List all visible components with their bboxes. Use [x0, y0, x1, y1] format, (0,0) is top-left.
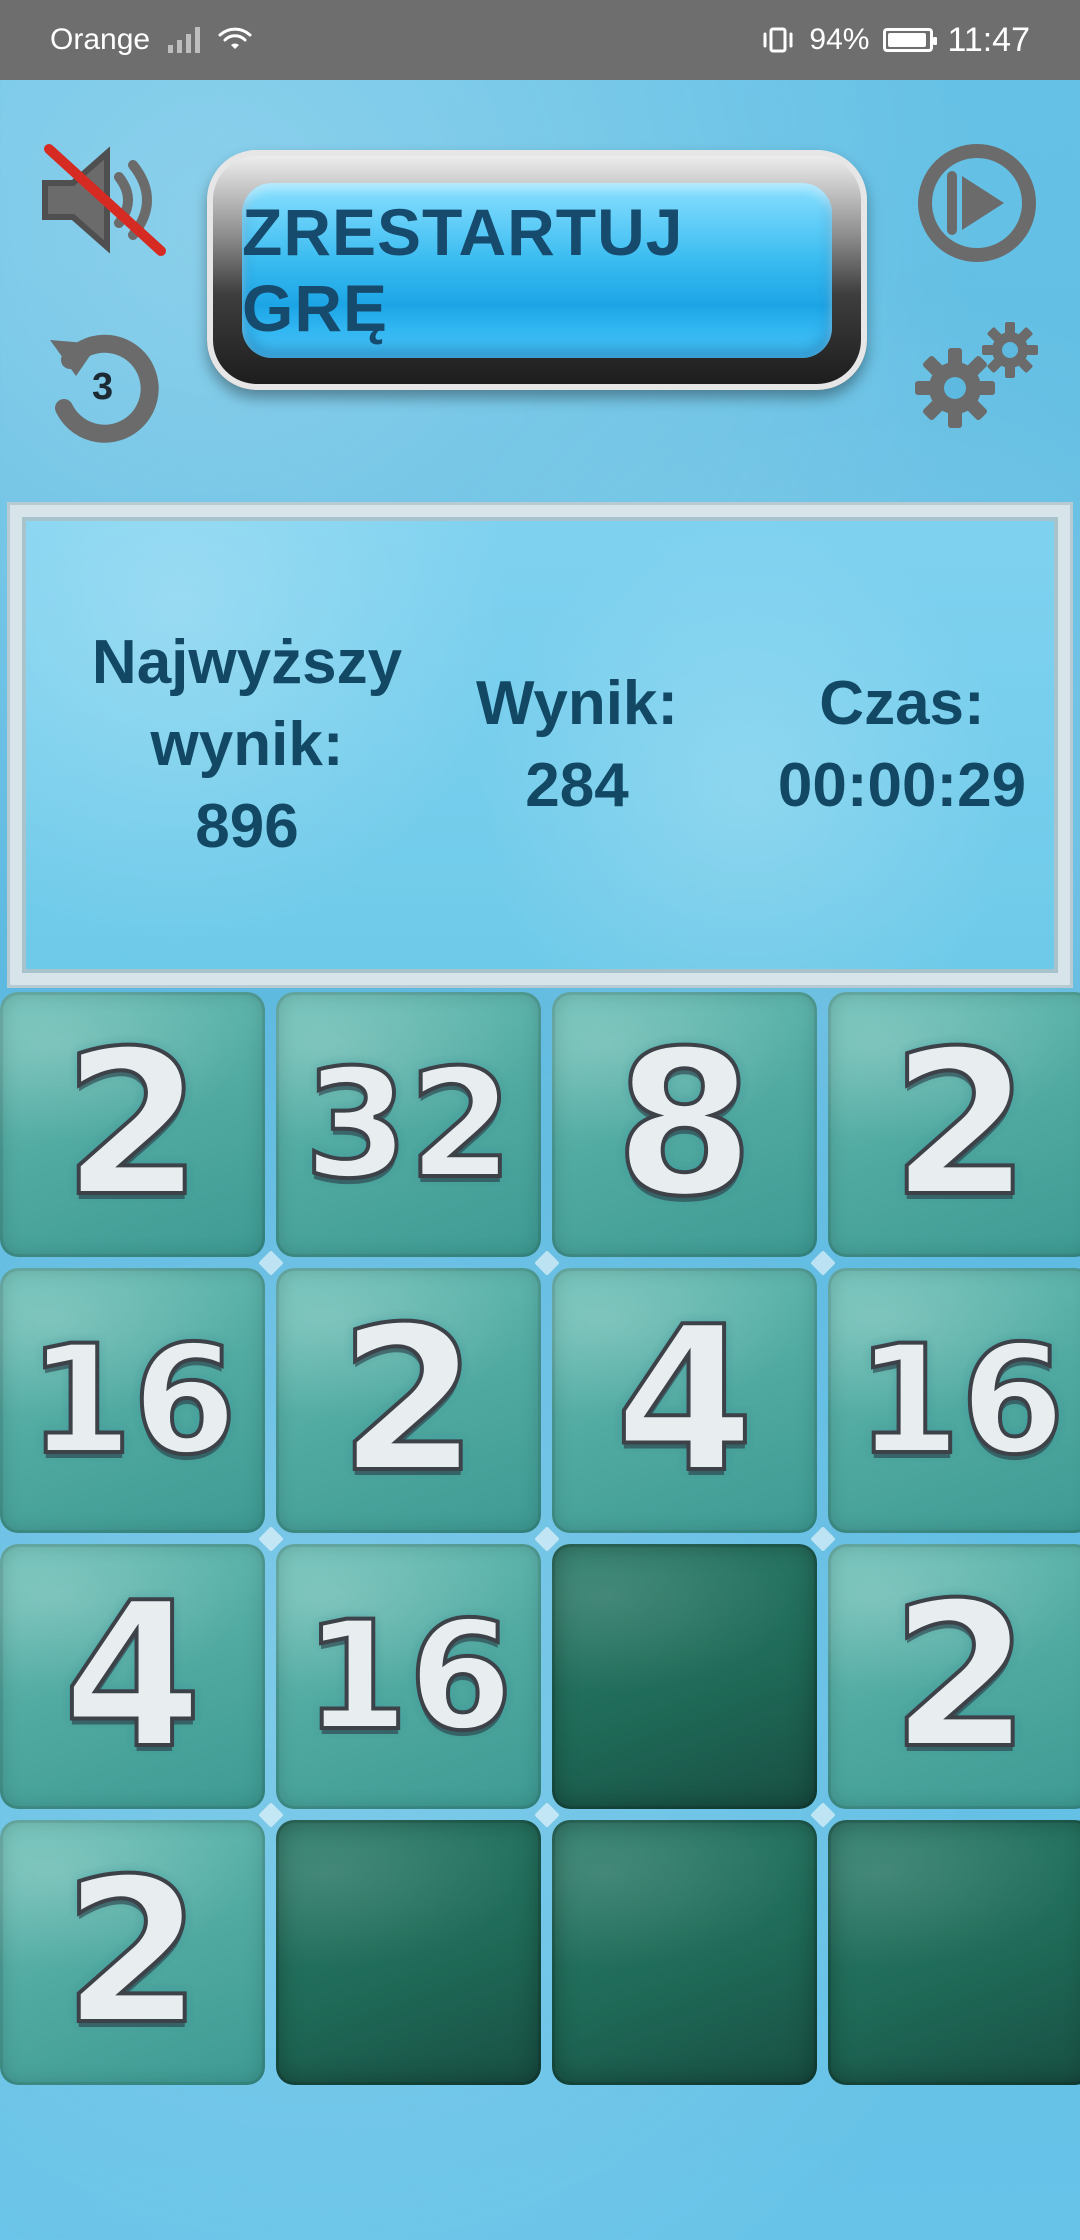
- tile-value: 16: [302, 1588, 515, 1766]
- board-cell-r1-c2: 32: [276, 992, 541, 1257]
- battery-percent: 94%: [809, 23, 870, 56]
- board-cell-r4-c3: [552, 1820, 817, 2085]
- best-score-label-line1: Najwyższy: [91, 628, 403, 697]
- time: Czas: 00:00:29: [692, 517, 1080, 973]
- tile-value: 4: [613, 1282, 756, 1519]
- board-cell-r3-c3: [552, 1544, 817, 1809]
- board-cell-r2-c1: 16: [0, 1268, 265, 1533]
- status-time: 11:47: [947, 20, 1030, 59]
- battery-icon: [883, 28, 938, 52]
- current-score-value: 284: [525, 751, 629, 820]
- board-cell-r3-c1: 4: [0, 1544, 265, 1809]
- tile-value: 8: [613, 1006, 756, 1243]
- status-left: Orange: [50, 23, 252, 57]
- tile-value: [828, 1820, 1080, 2085]
- tile-value: [552, 1820, 817, 2085]
- board-cell-r4-c4: [828, 1820, 1080, 2085]
- board-cell-r2-c4: 16: [828, 1268, 1080, 1533]
- best-score-value: 896: [195, 792, 299, 861]
- tile-value: [552, 1544, 817, 1809]
- sound-mute-button[interactable]: [35, 135, 175, 265]
- video-play-button[interactable]: [912, 138, 1042, 268]
- signal-icon: [168, 27, 201, 53]
- gears-icon: [915, 322, 1038, 428]
- restart-game-label: ZRESTARTUJ GRĘ: [242, 195, 684, 345]
- restart-button-face: ZRESTARTUJ GRĘ: [242, 182, 832, 358]
- vibrate-icon: [761, 25, 795, 55]
- status-right: 94% 11:47: [761, 21, 1030, 60]
- board-cell-r2-c2: 2: [276, 1268, 541, 1533]
- play-circle-icon: [918, 144, 1036, 262]
- board-cell-r1-c3: 8: [552, 992, 817, 1257]
- settings-button[interactable]: [905, 310, 1045, 440]
- tile-value: 4: [61, 1558, 204, 1795]
- tile-value: 2: [889, 1006, 1032, 1243]
- board-cell-r2-c3: 4: [552, 1268, 817, 1533]
- undo-button[interactable]: 3: [40, 320, 170, 450]
- game-board[interactable]: 2 32 8 2 16 2 4 16 4 16 2 2: [0, 992, 1080, 2097]
- status-bar: Orange 94% 11:47: [0, 0, 1080, 80]
- carrier-name: Orange: [50, 23, 151, 56]
- board-cell-r4-c2: [276, 1820, 541, 2085]
- score-panel: Najwyższy wynik: 896 Wynik: 284 Czas: 00…: [10, 505, 1070, 985]
- tile-value: 2: [61, 1006, 204, 1243]
- battery-fill: [888, 33, 927, 47]
- time-value: 00:00:29: [777, 751, 1027, 820]
- tile-value: 2: [337, 1282, 480, 1519]
- board-cell-r4-c1: 2: [0, 1820, 265, 2085]
- wifi-icon: [218, 27, 252, 53]
- sound-off-icon: [42, 144, 166, 256]
- tile-value: 16: [26, 1312, 239, 1490]
- board-cell-r3-c4: 2: [828, 1544, 1080, 1809]
- board-cell-r1-c1: 2: [0, 992, 265, 1257]
- board-cell-r1-c4: 2: [828, 992, 1080, 1257]
- tile-value: 16: [854, 1312, 1067, 1490]
- undo-count: 3: [92, 366, 114, 408]
- tile-value: 2: [889, 1558, 1032, 1795]
- tile-value: 32: [302, 1036, 515, 1214]
- restart-game-button[interactable]: ZRESTARTUJ GRĘ: [207, 150, 867, 390]
- current-score-label: Wynik:: [475, 669, 679, 738]
- best-score-label-line2: wynik:: [150, 710, 344, 779]
- tile-value: [276, 1820, 541, 2085]
- time-label: Czas:: [819, 669, 985, 738]
- board-cell-r3-c2: 16: [276, 1544, 541, 1809]
- tile-value: 2: [61, 1834, 204, 2071]
